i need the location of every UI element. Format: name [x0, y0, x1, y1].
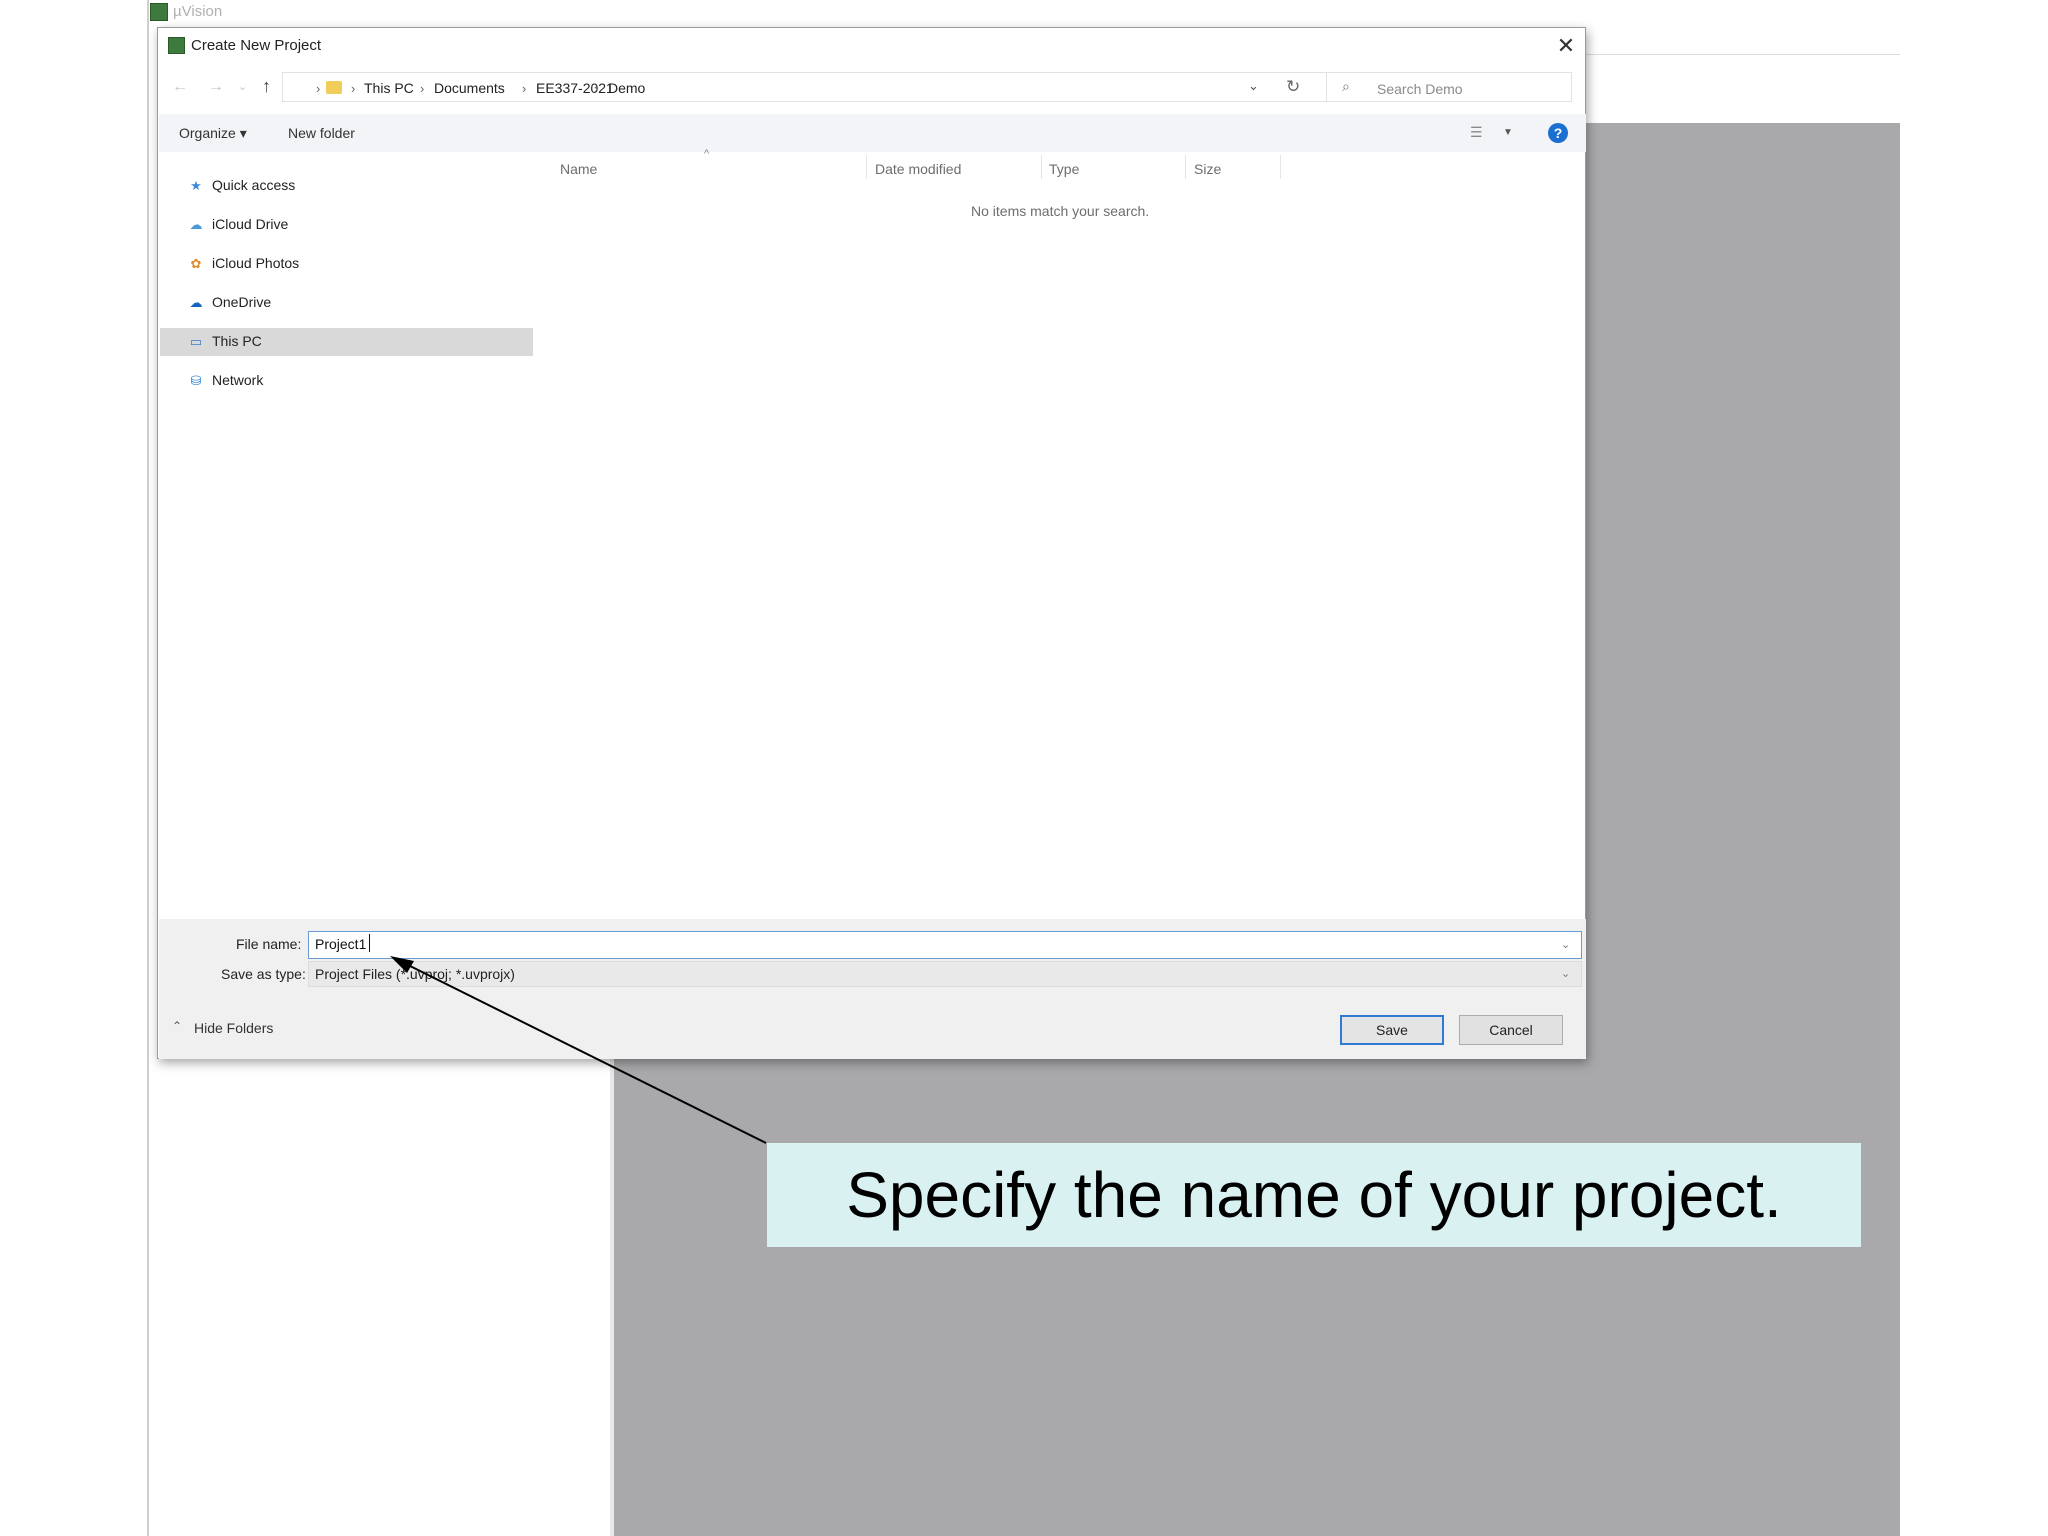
- cancel-button[interactable]: Cancel: [1459, 1015, 1563, 1045]
- nav-item-icloud-drive[interactable]: ☁ iCloud Drive: [160, 211, 533, 239]
- breadcrumb-separator-icon: ›: [316, 81, 321, 96]
- nav-item-quick-access[interactable]: ★ Quick access: [160, 172, 533, 200]
- uvision-app-icon: [150, 3, 168, 21]
- search-icon: ⌕: [1342, 78, 1350, 94]
- create-project-dialog: Create New Project ✕ ← → ⌄ ↑ › › This PC…: [157, 27, 1586, 1059]
- file-name-value[interactable]: Project1: [315, 936, 366, 952]
- nav-item-label: iCloud Drive: [212, 216, 289, 232]
- app-title: µVision: [173, 3, 223, 20]
- forward-arrow-icon[interactable]: →: [208, 78, 224, 96]
- nav-item-label: Network: [212, 372, 264, 388]
- sort-ascending-icon: ^: [704, 148, 710, 160]
- breadcrumb-demo[interactable]: Demo: [608, 80, 645, 96]
- column-header-type[interactable]: Type: [1049, 161, 1079, 177]
- back-arrow-icon[interactable]: ←: [172, 78, 188, 96]
- column-divider[interactable]: [1280, 155, 1281, 179]
- column-header-name[interactable]: Name: [560, 161, 597, 177]
- column-header-date-modified[interactable]: Date modified: [875, 161, 961, 177]
- breadcrumb-this-pc[interactable]: This PC: [364, 80, 414, 96]
- search-placeholder: Search Demo: [1377, 81, 1463, 97]
- column-divider[interactable]: [1185, 155, 1186, 179]
- nav-item-label: OneDrive: [212, 294, 272, 310]
- uvision-dialog-icon: [168, 37, 185, 54]
- address-dropdown-chevron-icon[interactable]: ⌄: [1248, 78, 1259, 94]
- file-name-input[interactable]: [308, 931, 1582, 959]
- text-caret: [369, 934, 370, 952]
- app-panel-splitter[interactable]: [610, 1058, 614, 1536]
- command-bar: [159, 114, 1586, 152]
- column-divider[interactable]: [866, 155, 867, 179]
- breadcrumb-ee337-2021[interactable]: EE337-2021: [536, 80, 614, 96]
- app-divider: [1585, 54, 1900, 55]
- app-left-border: [147, 0, 149, 1536]
- empty-list-message: No items match your search.: [971, 203, 1150, 219]
- view-dropdown-chevron-icon[interactable]: ▼: [1503, 127, 1513, 138]
- icloud-photos-icon: ✿: [190, 256, 202, 271]
- dialog-title: Create New Project: [191, 37, 322, 54]
- file-name-label: File name:: [236, 936, 302, 952]
- close-icon[interactable]: ✕: [1553, 33, 1579, 59]
- column-header-size[interactable]: Size: [1194, 161, 1221, 177]
- onedrive-icon: ☁: [189, 295, 203, 310]
- nav-item-label: Quick access: [212, 177, 296, 193]
- annotation-text: Specify the name of your project.: [846, 1159, 1782, 1231]
- nav-item-this-pc[interactable]: ▭ This PC: [160, 328, 533, 356]
- breadcrumb-separator-icon[interactable]: ›: [420, 81, 424, 96]
- quick-access-icon: ★: [190, 178, 202, 193]
- new-folder-button[interactable]: New folder: [288, 125, 355, 141]
- breadcrumb-separator-icon[interactable]: ›: [594, 81, 598, 96]
- save-as-type-chevron-icon[interactable]: ⌄: [1561, 967, 1570, 980]
- recent-locations-chevron-icon[interactable]: ⌄: [238, 80, 247, 93]
- nav-item-onedrive[interactable]: ☁ OneDrive: [160, 289, 533, 317]
- network-icon: ⛁: [190, 373, 202, 388]
- this-pc-icon: ▭: [189, 334, 203, 349]
- nav-item-network[interactable]: ⛁ Network: [160, 367, 533, 395]
- save-as-type-label: Save as type:: [221, 966, 306, 982]
- nav-item-label: iCloud Photos: [212, 255, 300, 271]
- nav-item-icloud-photos[interactable]: ✿ iCloud Photos: [160, 250, 533, 278]
- file-name-dropdown-chevron-icon[interactable]: ⌄: [1561, 938, 1570, 951]
- hide-folders-button[interactable]: Hide Folders: [194, 1020, 273, 1036]
- organize-button[interactable]: Organize ▾: [179, 125, 247, 142]
- breadcrumb-separator-icon[interactable]: ›: [522, 81, 526, 96]
- save-as-type-value[interactable]: Project Files (*.uvproj; *.uvprojx): [315, 966, 515, 982]
- breadcrumb-separator-icon[interactable]: ›: [351, 81, 355, 96]
- save-button[interactable]: Save: [1340, 1015, 1444, 1045]
- nav-item-label: This PC: [212, 333, 262, 349]
- view-options-icon[interactable]: ☰: [1470, 124, 1483, 141]
- column-divider[interactable]: [1041, 155, 1042, 179]
- help-icon[interactable]: ?: [1548, 123, 1568, 143]
- refresh-icon[interactable]: ↻: [1286, 77, 1300, 97]
- up-arrow-icon[interactable]: ↑: [262, 76, 271, 97]
- icloud-drive-icon: ☁: [189, 217, 203, 232]
- breadcrumb-documents[interactable]: Documents: [434, 80, 505, 96]
- folder-icon: [326, 81, 342, 94]
- chevron-up-icon[interactable]: ⌃: [172, 1019, 182, 1033]
